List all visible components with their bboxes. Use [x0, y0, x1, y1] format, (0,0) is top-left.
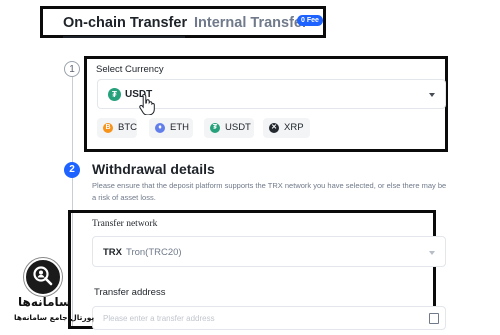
tether-icon: ₮ — [108, 88, 121, 101]
currency-section: Select Currency ₮ USDT B BTC ♦ ETH ₮ USD… — [84, 56, 448, 152]
step-connector — [72, 77, 73, 162]
network-select[interactable]: TRX Tron(TRC20) — [92, 236, 446, 267]
bitcoin-icon: B — [103, 123, 113, 133]
transfer-network-label: Transfer network — [92, 219, 158, 229]
network-name: Tron(TRC20) — [126, 247, 182, 258]
fee-badge: 0 Fee — [297, 15, 323, 26]
watermark-title: سامانه‌ها — [18, 295, 71, 309]
xrp-icon: ✕ — [269, 123, 279, 133]
hand-cursor-icon — [139, 93, 155, 115]
quick-currency-eth[interactable]: ♦ ETH — [149, 118, 193, 138]
withdrawal-details-title: Withdrawal details — [92, 161, 215, 177]
network-warning-text: Please ensure that the deposit platform … — [92, 181, 447, 202]
watermark-logo — [24, 258, 62, 296]
chip-label: XRP — [284, 122, 304, 133]
address-placeholder: Please enter a transfer address — [103, 314, 215, 323]
ethereum-icon: ♦ — [155, 123, 165, 133]
transfer-address-label: Transfer address — [94, 287, 166, 298]
network-code: TRX — [103, 247, 122, 258]
quick-currency-xrp[interactable]: ✕ XRP — [263, 118, 310, 138]
transfer-address-input[interactable]: Please enter a transfer address — [92, 306, 446, 330]
watermark-subtitle: پورتال جامع سامانه‌ها — [14, 313, 95, 322]
step-2-indicator: 2 — [64, 162, 80, 178]
tether-icon: ₮ — [210, 123, 220, 133]
step-1-indicator: 1 — [64, 61, 80, 77]
quick-currency-usdt[interactable]: ₮ USDT — [204, 118, 254, 138]
active-tab-indicator — [63, 36, 185, 38]
chip-label: USDT — [225, 122, 251, 133]
chevron-down-icon[interactable] — [429, 93, 435, 97]
network-section: Transfer network TRX Tron(TRC20) Transfe… — [68, 210, 446, 330]
chip-label: BTC — [118, 122, 137, 133]
paste-icon[interactable] — [429, 313, 439, 324]
select-currency-label: Select Currency — [96, 64, 164, 75]
tab-internal-transfer[interactable]: Internal Transfer — [194, 15, 308, 31]
quick-currency-btc[interactable]: B BTC — [97, 118, 137, 138]
tab-onchain-transfer[interactable]: On-chain Transfer — [63, 15, 187, 31]
transfer-tabs: On-chain Transfer Internal Transfer 0 Fe… — [40, 6, 326, 38]
chip-label: ETH — [170, 122, 189, 133]
chevron-down-icon[interactable] — [429, 251, 435, 255]
